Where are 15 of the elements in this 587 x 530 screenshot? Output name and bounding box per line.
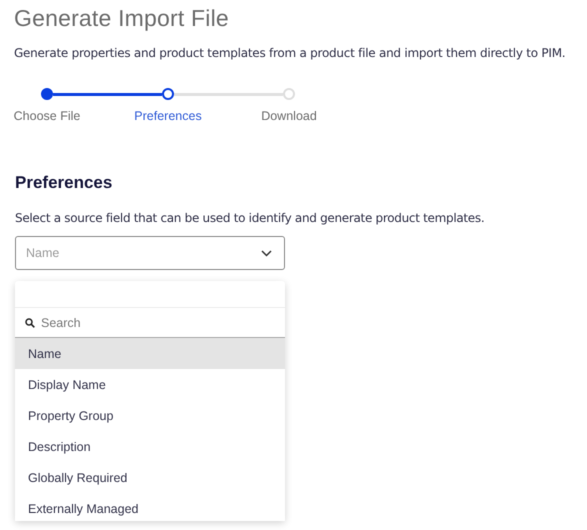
dropdown-option[interactable]: Name [15, 338, 285, 369]
page-description: Generate properties and product templates from a product file and import them directly to PIM. [14, 46, 566, 60]
page-title: Generate Import File [14, 4, 230, 32]
step-label: Download [260, 109, 318, 123]
dropdown-option[interactable]: Property Group [15, 400, 285, 431]
step-label: Choose File [12, 109, 82, 123]
step-label: Preferences [133, 109, 203, 123]
search-icon [25, 318, 35, 328]
dropdown-option[interactable]: Globally Required [15, 462, 285, 493]
section-heading: Preferences [15, 173, 114, 193]
section-hint: Select a source field that can be used to identify and generate product templates. [15, 211, 486, 225]
dropdown-option[interactable]: Description [15, 431, 285, 462]
dropdown-option[interactable]: Display Name [15, 369, 285, 400]
chevron-down-icon [261, 250, 272, 256]
dropdown-option[interactable]: Externally Managed [15, 493, 285, 521]
